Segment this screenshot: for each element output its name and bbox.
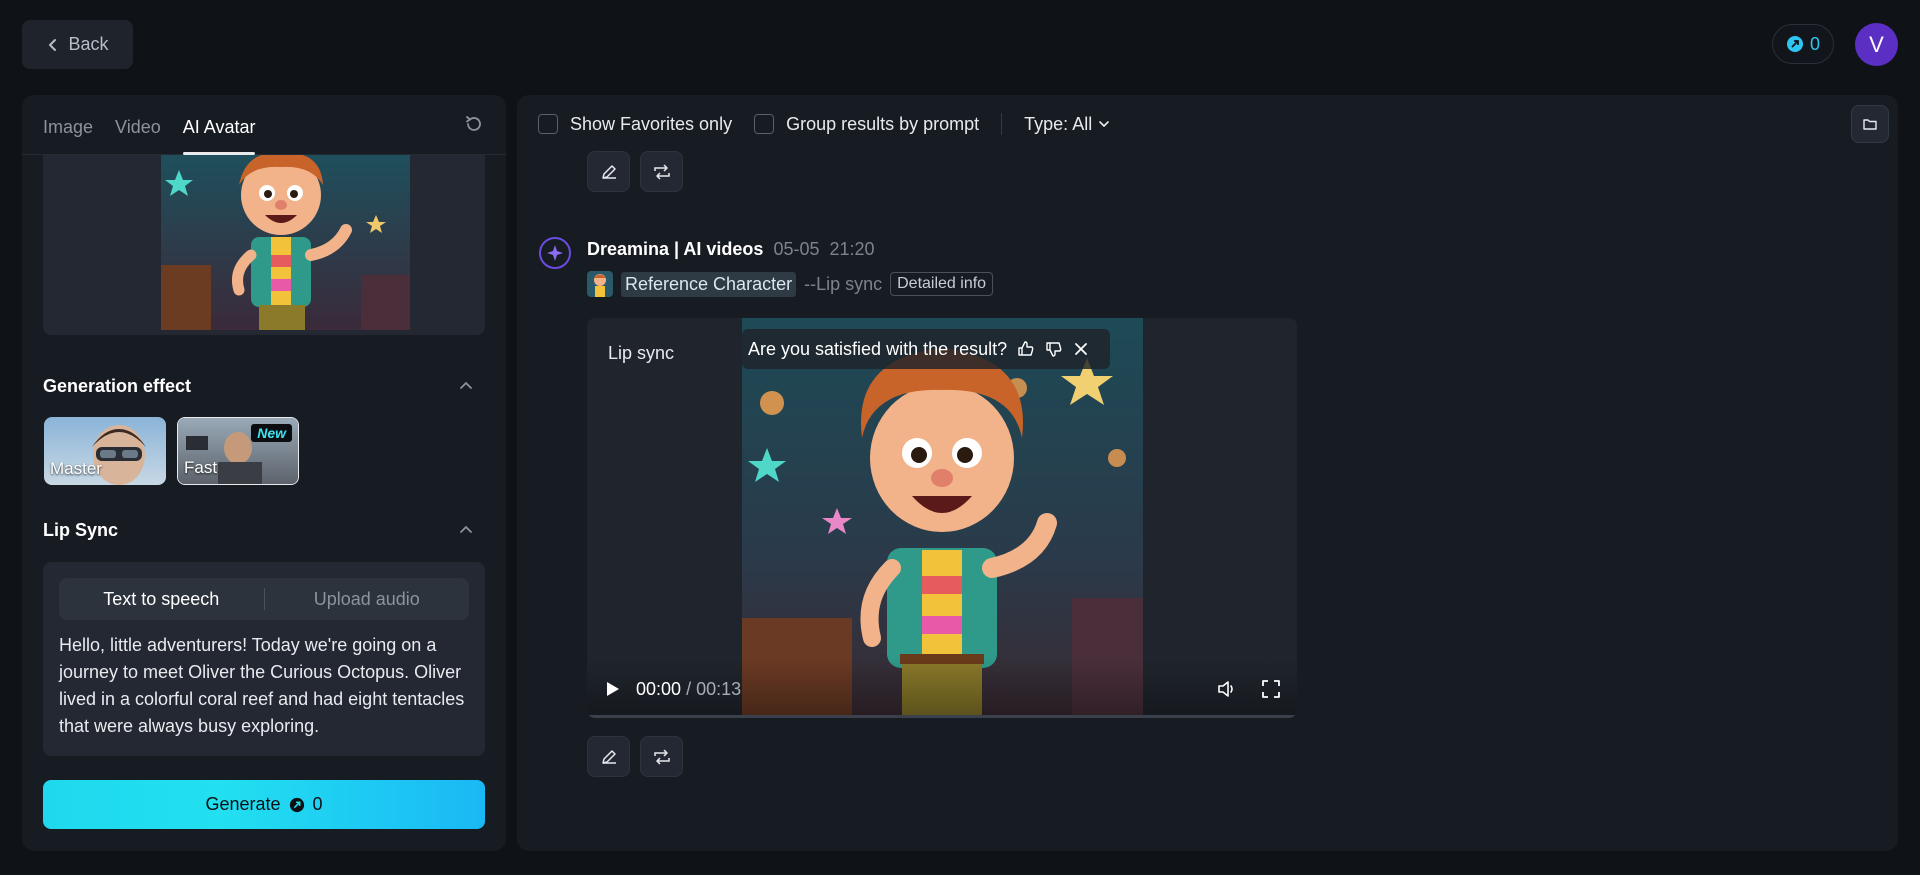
thumbs-up-icon[interactable] [1017, 340, 1035, 358]
tab-video[interactable]: Video [115, 117, 161, 154]
repeat-icon [653, 748, 670, 765]
mode-tabs: Image Video AI Avatar [22, 95, 506, 155]
group-by-prompt-label: Group results by prompt [786, 113, 980, 134]
video-label: Lip sync [608, 343, 675, 363]
mode-tag: --Lip sync [804, 273, 883, 294]
chevron-up-icon[interactable] [459, 379, 473, 393]
credit-icon [1786, 36, 1803, 52]
credits-count: 0 [1809, 33, 1820, 54]
group-by-prompt-checkbox[interactable] [754, 114, 775, 134]
back-label: Back [68, 34, 109, 54]
generate-button[interactable]: Generate 0 [43, 780, 485, 829]
result-time: 21:20 [829, 239, 875, 259]
reference-character-tag[interactable]: Reference Character [621, 271, 797, 297]
result-meta: Dreamina | AI videos 05-05 21:20 [587, 239, 875, 260]
credits-pill[interactable]: 0 [1772, 24, 1834, 64]
back-button[interactable]: Back [22, 20, 133, 69]
filter-bar: Show Favorites only Group results by pro… [517, 95, 1898, 153]
filter-divider [1001, 113, 1003, 135]
effect-label-fast: Fast [184, 458, 218, 477]
generation-effect-title: Generation effect [43, 376, 192, 396]
effect-option-fast[interactable]: New Fast [177, 417, 299, 485]
play-icon[interactable] [605, 680, 621, 698]
folder-icon [1863, 119, 1877, 130]
result-source: Dreamina | AI videos [587, 239, 764, 259]
credit-icon [289, 797, 304, 812]
avatar-letter: V [1869, 31, 1884, 57]
tab-ai-avatar[interactable]: AI Avatar [182, 117, 255, 155]
segment-text-to-speech[interactable]: Text to speech [59, 589, 264, 610]
detailed-info-button[interactable]: Detailed info [890, 272, 994, 296]
fullscreen-icon[interactable] [1261, 679, 1281, 699]
progress-bar[interactable] [587, 715, 1297, 718]
new-badge: New [251, 424, 292, 442]
edit-button[interactable] [587, 736, 630, 777]
tab-image[interactable]: Image [43, 117, 93, 154]
lip-sync-title: Lip Sync [43, 520, 119, 540]
chevron-down-icon [1099, 121, 1110, 127]
close-icon[interactable] [1073, 341, 1089, 357]
favorites-label: Show Favorites only [570, 113, 733, 134]
dreamina-logo [539, 237, 571, 269]
video-player[interactable]: Lip sync Are you satisfied with the resu… [587, 318, 1297, 718]
segment-upload-audio[interactable]: Upload audio [265, 589, 470, 610]
time-separator: / [686, 679, 692, 699]
effect-option-master[interactable]: Master [44, 417, 166, 485]
folder-button[interactable] [1851, 105, 1889, 143]
result-prompt: Reference Character --Lip sync Detailed … [587, 271, 994, 297]
type-filter-label: Type: All [1024, 113, 1093, 134]
chevron-up-icon[interactable] [459, 523, 473, 537]
repeat-icon [653, 163, 670, 180]
regenerate-button[interactable] [640, 736, 683, 777]
audio-source-toggle: Text to speech Upload audio [59, 578, 469, 620]
time-display: 00:00 / 00:13 [636, 679, 741, 700]
chevron-left-icon [49, 38, 57, 51]
user-avatar[interactable]: V [1855, 23, 1898, 66]
left-panel: Image Video AI Avatar Generation effect … [22, 95, 506, 851]
sparkle-icon [547, 245, 563, 261]
character-image[interactable] [161, 155, 410, 330]
video-frame[interactable] [742, 318, 1143, 716]
thumbs-down-icon[interactable] [1045, 340, 1063, 358]
effect-label-master: Master [50, 459, 102, 478]
tts-textarea[interactable]: Hello, little adventurers! Today we're g… [59, 632, 473, 740]
total-time: 00:13 [696, 679, 742, 699]
video-controls: 00:00 / 00:13 [587, 658, 1297, 718]
favorites-checkbox[interactable] [538, 114, 558, 134]
feedback-prompt-bar: Are you satisfied with the result? [742, 329, 1110, 369]
regenerate-button[interactable] [640, 151, 683, 192]
type-filter-dropdown[interactable]: Type: All [1024, 114, 1110, 135]
edit-button[interactable] [587, 151, 630, 192]
current-time: 00:00 [636, 679, 682, 699]
pencil-icon [601, 164, 616, 179]
generate-label: Generate [205, 794, 281, 814]
volume-icon[interactable] [1217, 679, 1239, 699]
pencil-icon [601, 749, 616, 764]
results-panel: Show Favorites only Group results by pro… [517, 95, 1898, 851]
generate-cost: 0 [312, 794, 323, 814]
reference-preview [43, 155, 485, 335]
result-date: 05-05 [773, 239, 820, 259]
reference-thumbnail [587, 271, 613, 297]
lip-sync-box: Text to speech Upload audio Hello, littl… [43, 562, 485, 756]
feedback-question: Are you satisfied with the result? [748, 338, 1008, 359]
refresh-icon[interactable] [463, 113, 485, 135]
